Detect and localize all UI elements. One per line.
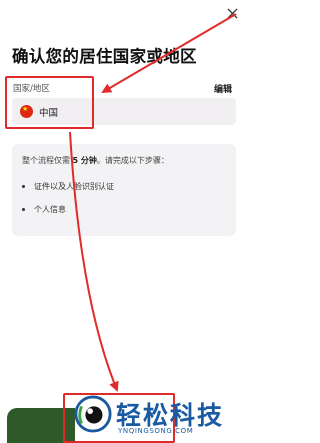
watermark-url: YNQINGSONG.COM [118,427,194,435]
close-icon [226,7,238,19]
steps-intro-text: 整个流程仅需 5 分钟。请完成以下步骤： [22,155,169,166]
step-label: 证件以及人脸识别认证 [34,182,114,191]
annotation-highlight-country [5,76,94,129]
page-title: 确认您的居住国家或地区 [12,47,197,66]
step-item: 个人信息 [22,204,66,215]
close-button[interactable] [224,5,240,21]
bullet-icon [22,185,25,188]
watermark: 轻松科技 YNQINGSONG.COM [74,393,247,443]
step-label: 个人信息 [34,205,66,214]
watermark-logo-icon [74,395,112,433]
intro-duration: 5 分钟 [72,156,97,165]
residence-country-screen: 确认您的居住国家或地区 国家/地区 编辑 ★ 中国 整个流程仅需 5 分钟。请完… [0,0,247,443]
intro-before: 整个流程仅需 [22,156,73,165]
step-item: 证件以及人脸识别认证 [22,181,114,192]
edit-country-link[interactable]: 编辑 [214,82,232,95]
intro-after: 。请完成以下步骤： [96,156,169,165]
steps-info-card: 整个流程仅需 5 分钟。请完成以下步骤： 证件以及人脸识别认证 个人信息 [12,144,236,236]
bullet-icon [22,208,25,211]
